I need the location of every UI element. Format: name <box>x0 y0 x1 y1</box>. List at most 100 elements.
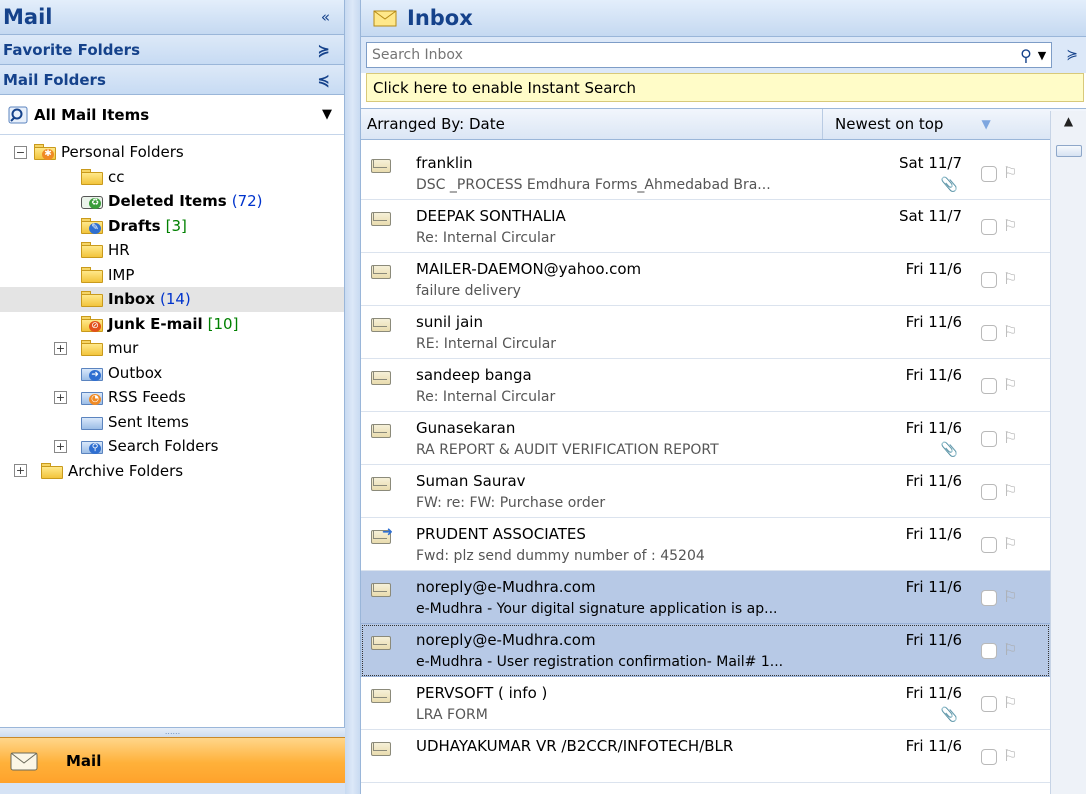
collapse-nav-icon[interactable]: « <box>321 8 330 26</box>
message-row[interactable]: UDHAYAKUMAR VR /B2CCR/INFOTECH/BLR Fri 11… <box>361 730 1050 783</box>
envelope-icon <box>371 265 391 279</box>
inbox-title: Inbox <box>407 6 473 30</box>
category-box[interactable] <box>981 696 997 712</box>
folder-label: IMP <box>108 265 135 284</box>
expand-icon[interactable]: + <box>54 439 67 453</box>
nav-footer <box>0 783 345 794</box>
folder-icon <box>80 242 104 259</box>
message-row[interactable]: noreply@e-Mudhra.com e-Mudhra - User regi… <box>361 624 1050 677</box>
message-row[interactable]: ➜ PRUDENT ASSOCIATES Fwd: plz send dummy n… <box>361 518 1050 571</box>
folder-cc[interactable]: cc <box>0 165 344 190</box>
folder-imp[interactable]: IMP <box>0 263 344 288</box>
folder-inbox[interactable]: Inbox (14) <box>0 287 344 312</box>
mail-folders-header[interactable]: Mail Folders ≼ <box>0 65 344 95</box>
message-row[interactable]: Suman Saurav FW: re: FW: Purchase order Fr… <box>361 465 1050 518</box>
expand-icon[interactable]: + <box>14 464 27 478</box>
flag-icon[interactable]: ⚐ <box>1003 216 1017 235</box>
collapse-icon[interactable]: − <box>14 145 27 159</box>
search-input[interactable] <box>372 47 1015 63</box>
expand-icon[interactable]: + <box>54 390 67 404</box>
flag-icon[interactable]: ⚐ <box>1003 534 1017 553</box>
message-row[interactable]: noreply@e-Mudhra.com e-Mudhra - Your digi… <box>361 571 1050 624</box>
envelope-icon <box>371 583 391 597</box>
flag-icon[interactable]: ⚐ <box>1003 640 1017 659</box>
category-box[interactable] <box>981 325 997 341</box>
sort-dropdown-icon[interactable]: ▼ <box>981 117 990 131</box>
message-row[interactable]: PERVSOFT ( info ) LRA FORM Fri 11/6 📎 ⚐ <box>361 677 1050 730</box>
category-box[interactable] <box>981 643 997 659</box>
favorite-folders-header[interactable]: Favorite Folders ≽ <box>0 35 344 65</box>
category-box[interactable] <box>981 537 997 553</box>
flag-icon[interactable]: ⚐ <box>1003 587 1017 606</box>
folder-outbox[interactable]: ➜ Outbox <box>0 361 344 386</box>
message-subject: Fwd: plz send dummy number of : 45204 <box>416 548 705 564</box>
message-row[interactable]: MAILER-DAEMON@yahoo.com failure delivery F… <box>361 253 1050 306</box>
sort-order[interactable]: Newest on top ▼ <box>823 109 1050 139</box>
folder-label: HR <box>108 241 130 260</box>
folder-mur[interactable]: + mur <box>0 336 344 361</box>
nav-resize-grip[interactable]: ...... <box>0 727 345 737</box>
folder-hr[interactable]: HR <box>0 238 344 263</box>
message-row[interactable]: franklin DSC _PROCESS Emdhura Forms_Ahmed… <box>361 147 1050 200</box>
vertical-scrollbar[interactable]: ▲ <box>1050 111 1086 794</box>
message-row[interactable]: sunil jain RE: Internal Circular Fri 11/6 ⚐ <box>361 306 1050 359</box>
search-icon[interactable]: ⚲ <box>1020 46 1032 65</box>
category-box[interactable] <box>981 484 997 500</box>
folder-personal-folders[interactable]: − ✱ Personal Folders <box>0 140 344 165</box>
category-box[interactable] <box>981 378 997 394</box>
search-box: ⚲ ▼ <box>366 42 1053 68</box>
expand-chevron-icon[interactable]: ≽ <box>317 41 330 59</box>
folder-drafts[interactable]: ✎ Drafts [3] <box>0 214 344 239</box>
search-folder-icon: ⚲ <box>80 438 104 455</box>
expand-query-chevron-icon[interactable]: ≽ <box>1066 47 1078 63</box>
flag-icon[interactable]: ⚐ <box>1003 163 1017 182</box>
category-box[interactable] <box>981 590 997 606</box>
folder-archive-folders[interactable]: + Archive Folders <box>0 459 344 484</box>
mail-icon <box>10 752 38 770</box>
flag-icon[interactable]: ⚐ <box>1003 746 1017 765</box>
folder-icon <box>80 168 104 185</box>
item-count: [3] <box>165 216 187 235</box>
message-row[interactable]: Gunasekaran RA REPORT & AUDIT VERIFICATIO… <box>361 412 1050 465</box>
flag-icon[interactable]: ⚐ <box>1003 322 1017 341</box>
category-box[interactable] <box>981 272 997 288</box>
folder-sent-items[interactable]: Sent Items <box>0 410 344 435</box>
message-sender: Gunasekaran <box>416 419 516 437</box>
category-box[interactable] <box>981 219 997 235</box>
arranged-by-date[interactable]: Arranged By: Date <box>361 109 823 139</box>
folder-rss-feeds[interactable]: + ◔ RSS Feeds <box>0 385 344 410</box>
collapse-chevron-icon[interactable]: ≼ <box>317 71 330 89</box>
folder-deleted-items[interactable]: ♻ Deleted Items (72) <box>0 189 344 214</box>
flag-icon[interactable]: ⚐ <box>1003 481 1017 500</box>
flag-icon[interactable]: ⚐ <box>1003 428 1017 447</box>
flag-icon[interactable]: ⚐ <box>1003 269 1017 288</box>
message-sender: PERVSOFT ( info ) <box>416 684 548 702</box>
message-row[interactable]: sandeep banga Re: Internal Circular Fri 11… <box>361 359 1050 412</box>
scroll-thumb[interactable] <box>1055 145 1082 157</box>
mail-nav-button[interactable]: Mail <box>0 737 345 783</box>
category-box[interactable] <box>981 431 997 447</box>
message-subject: e-Mudhra - Your digital signature applic… <box>416 601 778 617</box>
enable-instant-search-bar[interactable]: Click here to enable Instant Search <box>366 73 1084 102</box>
expand-icon[interactable]: + <box>54 341 67 355</box>
category-box[interactable] <box>981 166 997 182</box>
envelope-icon <box>371 212 391 226</box>
flag-icon[interactable]: ⚐ <box>1003 375 1017 394</box>
category-box[interactable] <box>981 749 997 765</box>
folder-search-folders[interactable]: + ⚲ Search Folders <box>0 434 344 459</box>
pane-splitter[interactable] <box>345 0 361 794</box>
envelope-icon <box>371 371 391 385</box>
message-subject: FW: re: FW: Purchase order <box>416 495 606 511</box>
folder-junk-email[interactable]: ⊘ Junk E-mail [10] <box>0 312 344 337</box>
nav-header: Mail « <box>0 0 344 35</box>
all-mail-items-selector[interactable]: All Mail Items ▼ <box>0 95 344 135</box>
attachment-icon: 📎 <box>940 177 958 193</box>
message-sender: noreply@e-Mudhra.com <box>416 631 596 649</box>
message-row[interactable]: DEEPAK SONTHALIA Re: Internal Circular Sat… <box>361 200 1050 253</box>
message-date: Sat 11/7 <box>898 154 962 172</box>
search-options-dropdown-icon[interactable]: ▼ <box>1038 49 1046 62</box>
flag-icon[interactable]: ⚐ <box>1003 693 1017 712</box>
dropdown-icon[interactable]: ▼ <box>322 107 332 122</box>
scroll-up-arrow[interactable]: ▲ <box>1051 111 1086 133</box>
folder-tree: − ✱ Personal Folders cc ♻ Deleted Items … <box>0 135 344 483</box>
